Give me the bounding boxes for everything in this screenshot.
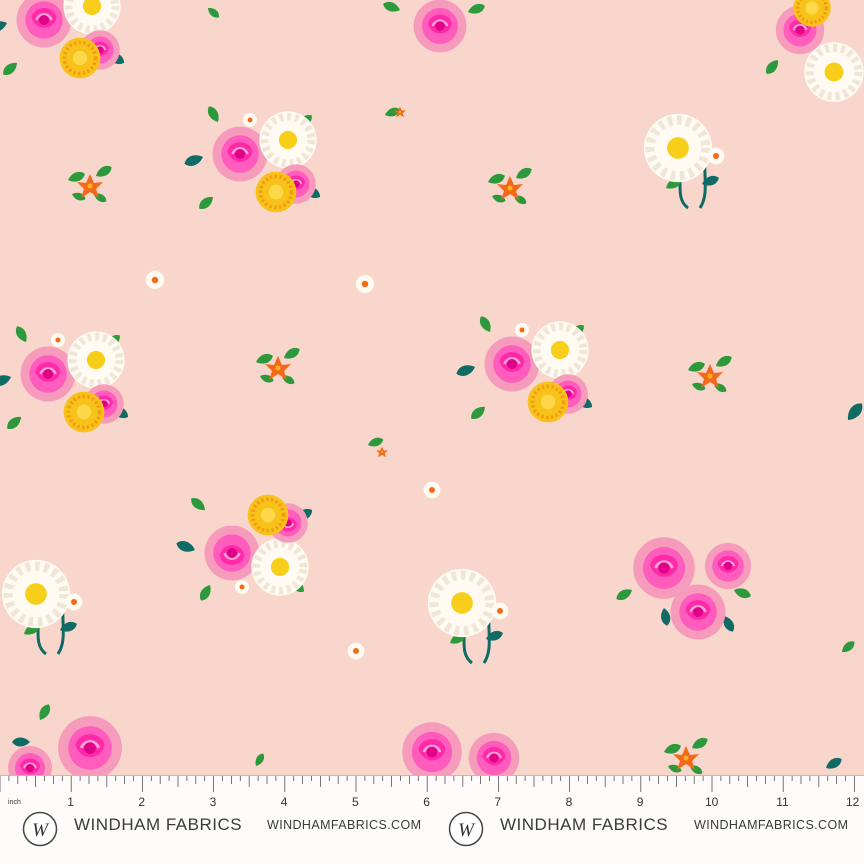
ruler-number-5: 5 <box>352 795 359 809</box>
ruler-unit-label: inch <box>8 799 21 806</box>
ruler-number-12: 12 <box>846 795 860 809</box>
ruler-number-6: 6 <box>423 795 430 809</box>
ruler-number-3: 3 <box>210 795 217 809</box>
ruler-number-10: 10 <box>705 795 719 809</box>
windham-logo-right: W <box>448 811 484 847</box>
ruler-number-9: 9 <box>637 795 644 809</box>
ruler-number-7: 7 <box>494 795 501 809</box>
ruler-number-8: 8 <box>566 795 573 809</box>
ruler-number-11: 11 <box>776 795 789 809</box>
brand-name-left: WINDHAM FABRICS <box>74 815 243 834</box>
brand-name-right: WINDHAM FABRICS <box>500 815 669 834</box>
brand-url-left: WINDHAMFABRICS.COM <box>267 818 422 832</box>
ruler-number-1: 1 <box>67 795 74 809</box>
ruler-number-2: 2 <box>138 795 145 809</box>
windham-logo-left: W <box>22 811 58 847</box>
brand-url-right: WINDHAMFABRICS.COM <box>694 818 849 832</box>
ruler-number-4: 4 <box>281 795 288 809</box>
fabric-swatch-viewer: inch 1 2 3 4 5 6 7 8 9 10 11 12 W WINDHAM FABRICS WI… <box>0 0 864 864</box>
logo-letter-right: W <box>458 820 476 841</box>
floral-fabric-pattern <box>0 0 864 775</box>
logo-letter-left: W <box>32 820 50 841</box>
